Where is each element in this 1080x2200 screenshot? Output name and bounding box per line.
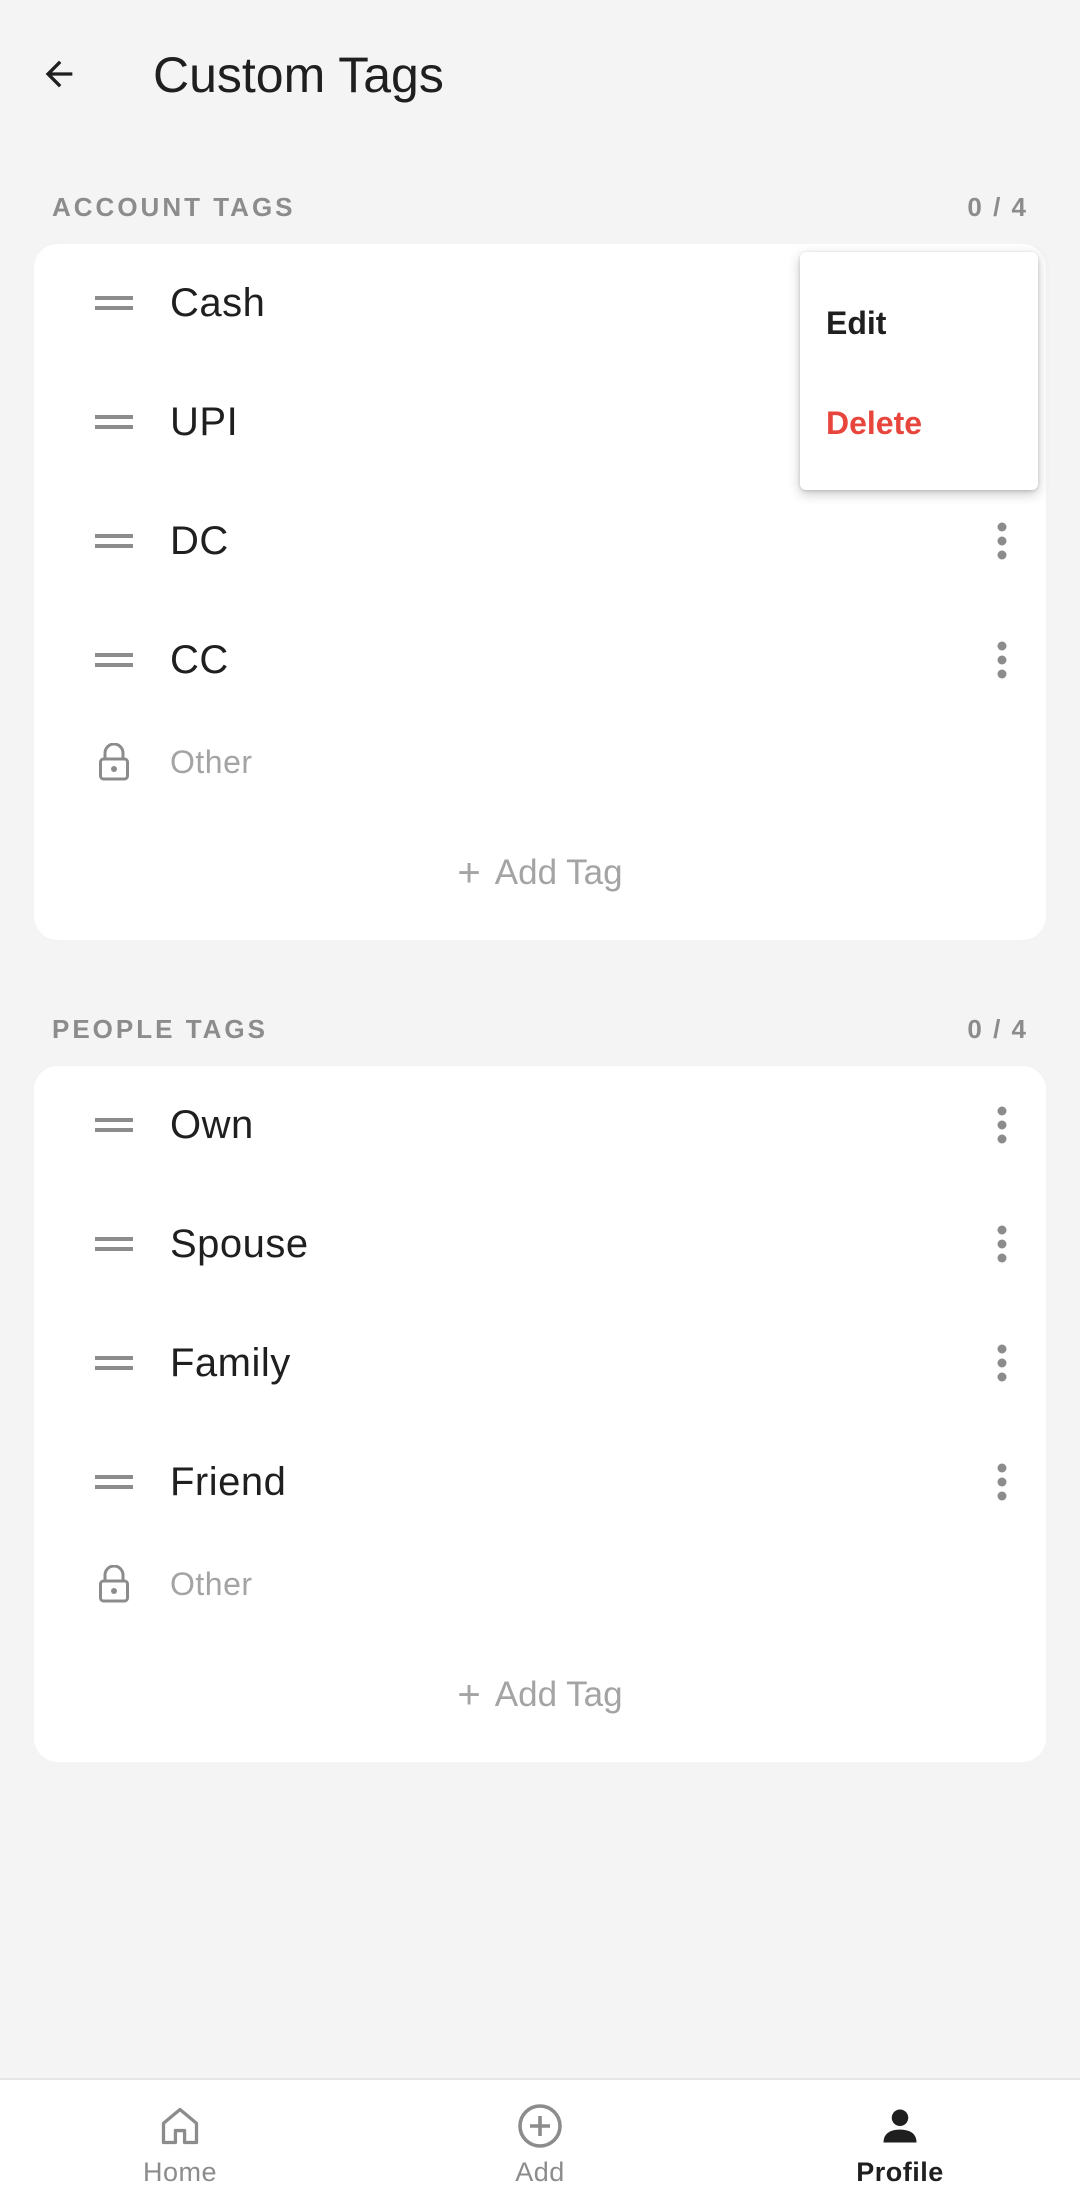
drag-handle-icon[interactable] bbox=[92, 1222, 136, 1266]
people-tags-label: PEOPLE TAGS bbox=[52, 1013, 268, 1044]
drag-handle-icon[interactable] bbox=[92, 1460, 136, 1504]
drag-handle-icon[interactable] bbox=[92, 1341, 136, 1385]
account-tags-count: 0 / 4 bbox=[967, 191, 1028, 222]
tag-label: DC bbox=[170, 518, 229, 563]
more-options-button[interactable] bbox=[980, 1095, 1024, 1155]
page-title: Custom Tags bbox=[153, 47, 444, 103]
tag-label: Own bbox=[170, 1102, 254, 1147]
more-vertical-icon bbox=[997, 522, 1007, 560]
tag-row-family[interactable]: Family bbox=[34, 1304, 1046, 1422]
tag-label: Spouse bbox=[170, 1221, 309, 1266]
lock-icon bbox=[92, 1562, 136, 1606]
menu-item-delete[interactable]: Delete bbox=[800, 378, 1038, 468]
drag-handle-icon[interactable] bbox=[92, 519, 136, 563]
plus-icon: + bbox=[457, 1673, 481, 1717]
tag-row-friend[interactable]: Friend bbox=[34, 1423, 1046, 1541]
account-tags-label: ACCOUNT TAGS bbox=[52, 191, 296, 222]
people-tags-count: 0 / 4 bbox=[967, 1013, 1028, 1044]
locked-tag-label: Other bbox=[170, 1565, 253, 1602]
more-options-button[interactable] bbox=[980, 1452, 1024, 1512]
menu-item-edit[interactable]: Edit bbox=[800, 278, 1038, 368]
add-tag-label: Add Tag bbox=[494, 853, 623, 892]
back-button[interactable] bbox=[30, 45, 88, 103]
add-people-tag-button[interactable]: + Add Tag bbox=[34, 1655, 1046, 1735]
drag-handle-icon[interactable] bbox=[92, 400, 136, 444]
nav-item-home[interactable]: Home bbox=[0, 2080, 360, 2200]
bottom-navigation: Home Add Profile bbox=[0, 2078, 1080, 2200]
more-options-button[interactable] bbox=[980, 1214, 1024, 1274]
lock-icon bbox=[92, 740, 136, 784]
more-vertical-icon bbox=[997, 641, 1007, 679]
tag-row-locked-other: Other bbox=[34, 712, 1046, 812]
add-account-tag-button[interactable]: + Add Tag bbox=[34, 833, 1046, 913]
nav-label-add: Add bbox=[515, 2156, 565, 2187]
people-tags-header: PEOPLE TAGS 0 / 4 bbox=[52, 1009, 1028, 1049]
more-options-button[interactable] bbox=[980, 1333, 1024, 1393]
nav-item-add[interactable]: Add bbox=[360, 2080, 720, 2200]
nav-item-profile[interactable]: Profile bbox=[720, 2080, 1080, 2200]
tag-row-own[interactable]: Own bbox=[34, 1066, 1046, 1184]
home-icon bbox=[155, 2101, 205, 2151]
more-vertical-icon bbox=[997, 1344, 1007, 1382]
tag-label: CC bbox=[170, 637, 229, 682]
arrow-left-icon bbox=[45, 60, 73, 88]
more-options-button[interactable] bbox=[980, 511, 1024, 571]
tag-row-dc[interactable]: DC bbox=[34, 482, 1046, 600]
add-tag-label: Add Tag bbox=[494, 1675, 623, 1714]
plus-icon: + bbox=[457, 851, 481, 895]
tag-row-spouse[interactable]: Spouse bbox=[34, 1185, 1046, 1303]
more-vertical-icon bbox=[997, 1463, 1007, 1501]
more-vertical-icon bbox=[997, 1106, 1007, 1144]
custom-tags-screen: Custom Tags ACCOUNT TAGS 0 / 4 Cash UPI … bbox=[0, 0, 1080, 2200]
nav-label-profile: Profile bbox=[856, 2156, 944, 2187]
app-bar: Custom Tags bbox=[0, 0, 1080, 150]
drag-handle-icon[interactable] bbox=[92, 281, 136, 325]
more-options-button[interactable] bbox=[980, 630, 1024, 690]
drag-handle-icon[interactable] bbox=[92, 638, 136, 682]
locked-tag-label: Other bbox=[170, 743, 253, 780]
more-vertical-icon bbox=[997, 1225, 1007, 1263]
tag-label: Cash bbox=[170, 280, 266, 325]
person-icon bbox=[875, 2101, 925, 2151]
tag-label: Friend bbox=[170, 1459, 287, 1504]
nav-label-home: Home bbox=[142, 2156, 218, 2187]
people-tags-card: Own Spouse Family Friend Other + Add Tag bbox=[34, 1066, 1046, 1762]
tag-row-locked-other: Other bbox=[34, 1534, 1046, 1634]
tag-row-cc[interactable]: CC bbox=[34, 601, 1046, 719]
account-tags-header: ACCOUNT TAGS 0 / 4 bbox=[52, 187, 1028, 227]
tag-label: Family bbox=[170, 1340, 291, 1385]
add-circle-icon bbox=[515, 2101, 565, 2151]
tag-label: UPI bbox=[170, 399, 239, 444]
drag-handle-icon[interactable] bbox=[92, 1103, 136, 1147]
tag-options-menu: Edit Delete bbox=[800, 252, 1038, 490]
